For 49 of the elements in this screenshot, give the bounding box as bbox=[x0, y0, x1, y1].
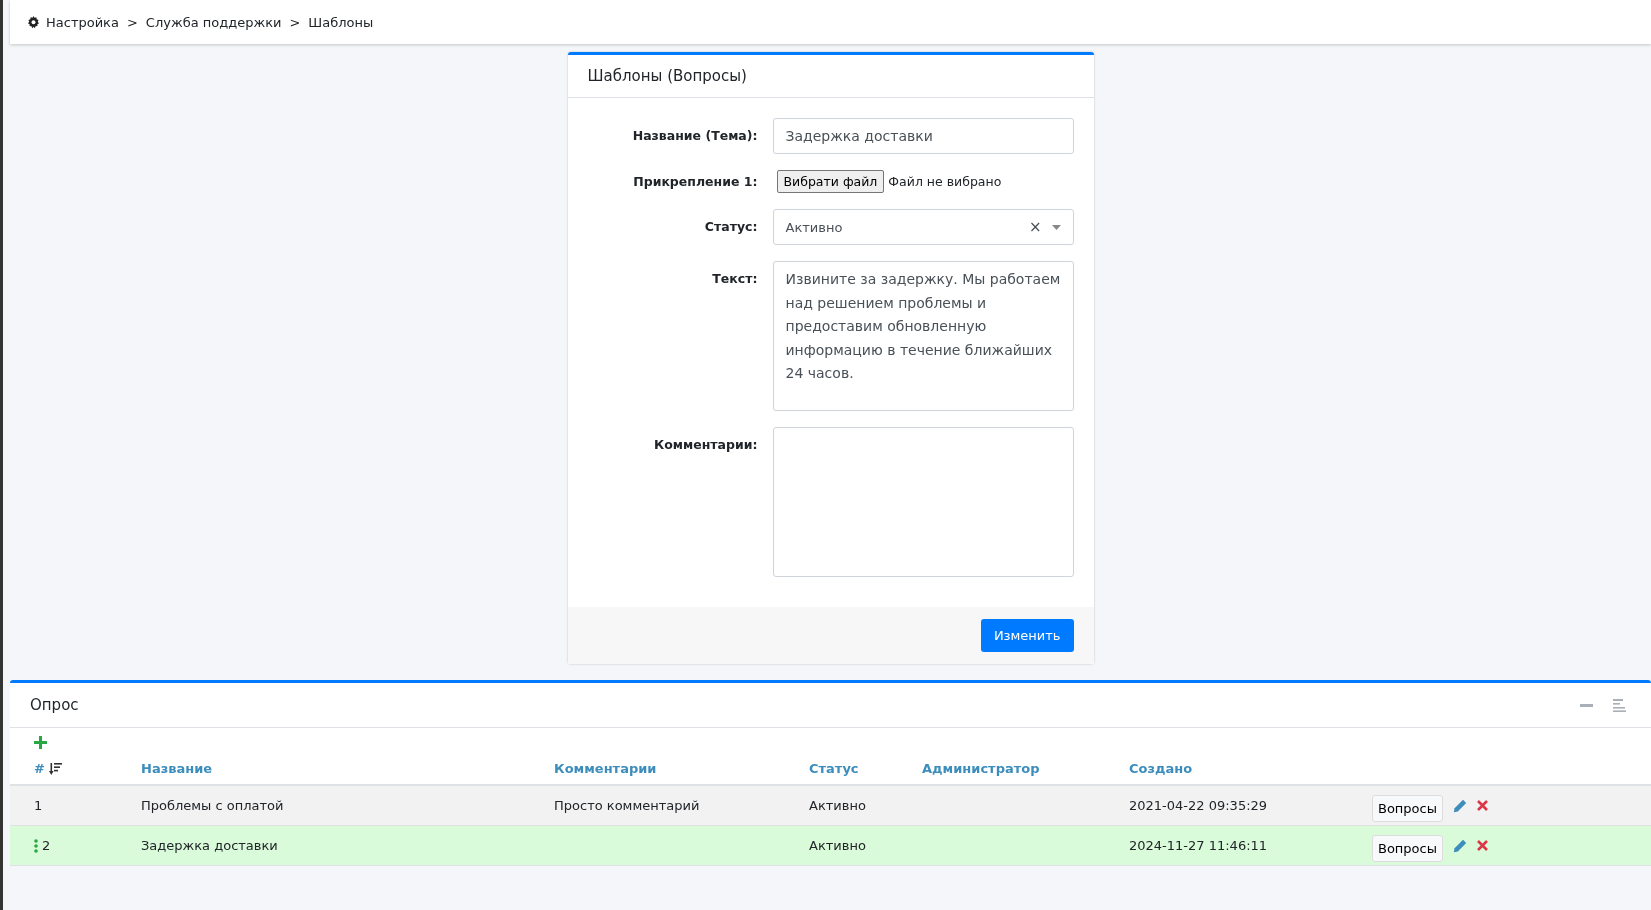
sort-icon[interactable] bbox=[48, 762, 62, 775]
close-icon[interactable] bbox=[1477, 800, 1488, 811]
table-row[interactable]: 1 Проблемы с оплатой Просто комментарий Активно 2021-04-22 09:35:29 Вопросы bbox=[10, 786, 1651, 826]
table-cell: 2024-11-27 11:46:11 bbox=[1129, 838, 1268, 853]
field-label: Название (Тема): bbox=[631, 127, 759, 145]
menu-icon[interactable] bbox=[1613, 698, 1626, 712]
table-cell: Активно bbox=[809, 798, 866, 813]
table-cell: 2 bbox=[42, 838, 51, 853]
gear-icon bbox=[27, 15, 40, 29]
table-cell: Просто комментарий bbox=[554, 798, 700, 813]
column-header[interactable]: Название bbox=[141, 761, 213, 776]
caret-icon bbox=[1051, 224, 1061, 230]
column-header[interactable]: Комментарии bbox=[554, 761, 657, 776]
column-header[interactable]: Статус bbox=[809, 761, 859, 776]
panel-title: Опрос bbox=[30, 696, 79, 714]
table-row[interactable]: 2 Задержка доставки Активно 2024-11-27 11:46:11 Вопросы bbox=[10, 826, 1651, 866]
column-header[interactable]: Администратор bbox=[922, 761, 1040, 776]
choose-file-button[interactable]: Вибрати файл bbox=[776, 170, 885, 193]
pencil-icon[interactable] bbox=[1453, 838, 1467, 853]
clear-icon[interactable]: × bbox=[1028, 218, 1042, 236]
breadcrumb-separator: > bbox=[126, 14, 138, 30]
save-button[interactable]: Изменить bbox=[980, 619, 1074, 652]
input-field[interactable]: Задержка доставки bbox=[772, 118, 1074, 154]
breadcrumb-separator: > bbox=[289, 14, 301, 30]
minimize-icon[interactable] bbox=[1580, 703, 1593, 707]
status-select[interactable]: Активно × bbox=[772, 209, 1074, 245]
breadcrumb-link[interactable]: Шаблоны bbox=[308, 14, 374, 30]
field-label: Текст: bbox=[711, 270, 759, 288]
field-label: Комментарии: bbox=[653, 436, 759, 454]
close-icon[interactable] bbox=[1477, 840, 1488, 851]
table-cell: Активно bbox=[809, 838, 866, 853]
table-cell: Проблемы с оплатой bbox=[141, 798, 284, 813]
table-cell: Задержка доставки bbox=[141, 838, 278, 853]
column-header[interactable]: # bbox=[34, 761, 45, 776]
drag-handle-icon[interactable] bbox=[34, 838, 38, 853]
add-icon[interactable] bbox=[34, 736, 47, 749]
table-cell: 2021-04-22 09:35:29 bbox=[1129, 798, 1268, 813]
questions-button[interactable]: Вопросы bbox=[1372, 795, 1443, 822]
field-label: Статус: bbox=[703, 218, 759, 236]
pencil-icon[interactable] bbox=[1453, 798, 1467, 813]
file-status-text: Файл не вибрано bbox=[888, 174, 1002, 189]
column-header[interactable]: Создано bbox=[1129, 761, 1193, 776]
breadcrumb-link[interactable]: Настройка bbox=[46, 14, 119, 30]
card-title: Шаблоны (Вопросы) bbox=[587, 67, 747, 85]
text-area[interactable]: Извините за задержку. Мы работаем над решением проблемы и предоставим обновленную информацию в течение ближайших 24 часов. bbox=[772, 261, 1074, 411]
table-cell: 1 bbox=[34, 798, 43, 813]
breadcrumb-link[interactable]: Служба поддержки bbox=[145, 14, 282, 30]
field-label: Прикрепление 1: bbox=[632, 173, 759, 191]
questions-button[interactable]: Вопросы bbox=[1372, 835, 1443, 862]
